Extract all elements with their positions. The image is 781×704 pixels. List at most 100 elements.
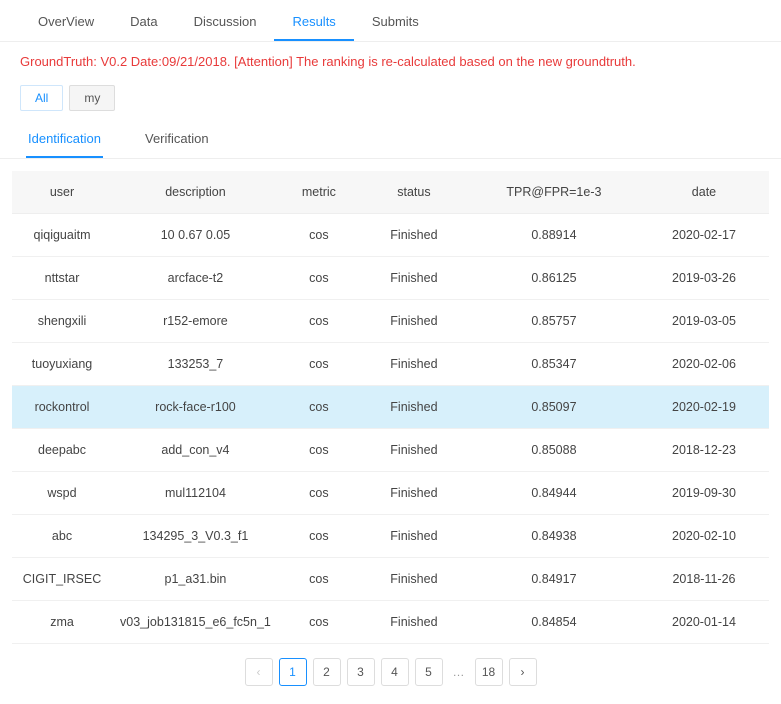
cell-status: Finished <box>359 343 469 386</box>
page-2-button[interactable]: 2 <box>313 658 341 686</box>
cell-user: abc <box>12 515 112 558</box>
cell-user: rockontrol <box>12 386 112 429</box>
cell-tpr: 0.84854 <box>469 601 639 644</box>
cell-user: wspd <box>12 472 112 515</box>
cell-user: zma <box>12 601 112 644</box>
table-row: rockontrolrock-face-r100cosFinished0.850… <box>12 386 769 429</box>
cell-status: Finished <box>359 214 469 257</box>
cell-metric: cos <box>279 601 359 644</box>
filter-my-button[interactable]: my <box>69 85 115 111</box>
cell-user: nttstar <box>12 257 112 300</box>
table-row: qiqiguaitm10 0.67 0.05cosFinished0.88914… <box>12 214 769 257</box>
cell-date: 2020-02-19 <box>639 386 769 429</box>
col-header-user: user <box>12 171 112 214</box>
cell-description: arcface-t2 <box>112 257 279 300</box>
cell-tpr: 0.85088 <box>469 429 639 472</box>
cell-description: 133253_7 <box>112 343 279 386</box>
col-header-tpr: TPR@FPR=1e-3 <box>469 171 639 214</box>
page-next-button[interactable]: › <box>509 658 537 686</box>
tab-submits[interactable]: Submits <box>354 8 437 41</box>
col-header-metric: metric <box>279 171 359 214</box>
cell-user: CIGIT_IRSEC <box>12 558 112 601</box>
table-row: tuoyuxiang133253_7cosFinished0.853472020… <box>12 343 769 386</box>
cell-date: 2019-03-05 <box>639 300 769 343</box>
tab-data[interactable]: Data <box>112 8 175 41</box>
cell-description: p1_a31.bin <box>112 558 279 601</box>
tab-discussion[interactable]: Discussion <box>176 8 275 41</box>
cell-tpr: 0.84917 <box>469 558 639 601</box>
cell-description: 10 0.67 0.05 <box>112 214 279 257</box>
col-header-date: date <box>639 171 769 214</box>
page-ellipsis: … <box>449 665 469 679</box>
results-table: user description metric status TPR@FPR=1… <box>12 171 769 644</box>
cell-tpr: 0.86125 <box>469 257 639 300</box>
subtab-verification[interactable]: Verification <box>143 125 211 158</box>
cell-status: Finished <box>359 515 469 558</box>
cell-status: Finished <box>359 429 469 472</box>
cell-metric: cos <box>279 515 359 558</box>
cell-tpr: 0.88914 <box>469 214 639 257</box>
cell-metric: cos <box>279 257 359 300</box>
cell-metric: cos <box>279 386 359 429</box>
cell-date: 2019-09-30 <box>639 472 769 515</box>
cell-description: mul112104 <box>112 472 279 515</box>
cell-tpr: 0.85097 <box>469 386 639 429</box>
cell-date: 2018-11-26 <box>639 558 769 601</box>
table-row: zmav03_job131815_e6_fc5n_1cosFinished0.8… <box>12 601 769 644</box>
cell-user: shengxili <box>12 300 112 343</box>
cell-date: 2019-03-26 <box>639 257 769 300</box>
cell-description: add_con_v4 <box>112 429 279 472</box>
cell-status: Finished <box>359 601 469 644</box>
pagination: ‹ 1 2 3 4 5 … 18 › <box>0 644 781 704</box>
cell-metric: cos <box>279 300 359 343</box>
cell-date: 2020-01-14 <box>639 601 769 644</box>
cell-user: deepabc <box>12 429 112 472</box>
tab-results[interactable]: Results <box>274 8 353 41</box>
table-row: nttstararcface-t2cosFinished0.861252019-… <box>12 257 769 300</box>
cell-user: qiqiguaitm <box>12 214 112 257</box>
table-header-row: user description metric status TPR@FPR=1… <box>12 171 769 214</box>
cell-date: 2018-12-23 <box>639 429 769 472</box>
page-prev-button[interactable]: ‹ <box>245 658 273 686</box>
cell-tpr: 0.85347 <box>469 343 639 386</box>
cell-date: 2020-02-06 <box>639 343 769 386</box>
cell-tpr: 0.85757 <box>469 300 639 343</box>
cell-metric: cos <box>279 429 359 472</box>
filter-all-button[interactable]: All <box>20 85 63 111</box>
cell-metric: cos <box>279 214 359 257</box>
cell-status: Finished <box>359 300 469 343</box>
page-5-button[interactable]: 5 <box>415 658 443 686</box>
cell-description: 134295_3_V0.3_f1 <box>112 515 279 558</box>
cell-tpr: 0.84944 <box>469 472 639 515</box>
cell-metric: cos <box>279 343 359 386</box>
cell-description: r152-emore <box>112 300 279 343</box>
cell-metric: cos <box>279 558 359 601</box>
table-row: wspdmul112104cosFinished0.849442019-09-3… <box>12 472 769 515</box>
cell-status: Finished <box>359 257 469 300</box>
page-last-button[interactable]: 18 <box>475 658 503 686</box>
page-1-button[interactable]: 1 <box>279 658 307 686</box>
cell-user: tuoyuxiang <box>12 343 112 386</box>
tab-overview[interactable]: OverView <box>20 8 112 41</box>
table-row: abc134295_3_V0.3_f1cosFinished0.84938202… <box>12 515 769 558</box>
page-4-button[interactable]: 4 <box>381 658 409 686</box>
cell-date: 2020-02-17 <box>639 214 769 257</box>
results-table-wrap: user description metric status TPR@FPR=1… <box>0 159 781 644</box>
col-header-status: status <box>359 171 469 214</box>
cell-tpr: 0.84938 <box>469 515 639 558</box>
cell-description: v03_job131815_e6_fc5n_1 <box>112 601 279 644</box>
filter-row: All my <box>0 81 781 121</box>
cell-status: Finished <box>359 472 469 515</box>
main-tabs: OverView Data Discussion Results Submits <box>0 0 781 42</box>
sub-tabs: Identification Verification <box>0 121 781 159</box>
cell-status: Finished <box>359 386 469 429</box>
groundtruth-notice: GroundTruth: V0.2 Date:09/21/2018. [Atte… <box>0 42 781 81</box>
cell-date: 2020-02-10 <box>639 515 769 558</box>
cell-description: rock-face-r100 <box>112 386 279 429</box>
table-row: deepabcadd_con_v4cosFinished0.850882018-… <box>12 429 769 472</box>
col-header-description: description <box>112 171 279 214</box>
cell-status: Finished <box>359 558 469 601</box>
cell-metric: cos <box>279 472 359 515</box>
page-3-button[interactable]: 3 <box>347 658 375 686</box>
subtab-identification[interactable]: Identification <box>26 125 103 158</box>
